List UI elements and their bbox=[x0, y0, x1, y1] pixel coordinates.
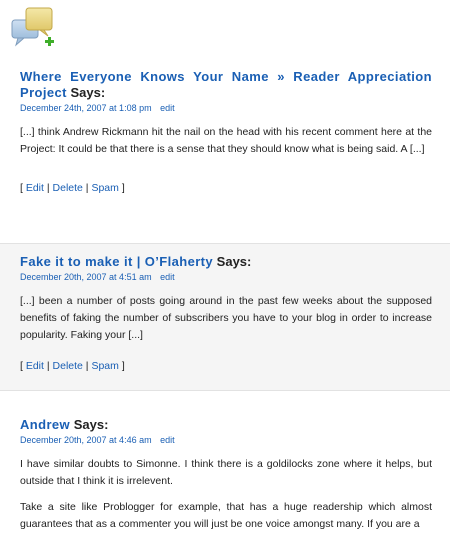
comment-edit-link[interactable]: edit bbox=[160, 272, 175, 282]
separator: | bbox=[85, 182, 89, 194]
add-comment-icon bbox=[11, 7, 54, 47]
comment-actions: [ Edit | Delete | Spam ] bbox=[20, 181, 432, 195]
delete-action-link[interactable]: Delete bbox=[53, 182, 83, 194]
comment-paragraph: [...] been a number of posts going aroun… bbox=[20, 295, 432, 341]
bracket-close: ] bbox=[121, 182, 125, 194]
separator: | bbox=[85, 360, 89, 372]
comment-paragraph: [...] think Andrew Rickmann hit the nail… bbox=[20, 126, 432, 155]
edit-action-link[interactable]: Edit bbox=[26, 182, 44, 194]
delete-action-link[interactable]: Delete bbox=[53, 360, 83, 372]
comment-author-line: Fake it to make it | O’Flaherty Says: bbox=[20, 254, 432, 270]
comment-date-link[interactable]: December 20th, 2007 at 4:46 am bbox=[20, 435, 152, 445]
comment-item: Fake it to make it | O’Flaherty Says: De… bbox=[0, 243, 450, 391]
comment-date-link[interactable]: December 20th, 2007 at 4:51 am bbox=[20, 272, 152, 282]
spam-action-link[interactable]: Spam bbox=[91, 182, 118, 194]
comment-body: [...] think Andrew Rickmann hit the nail… bbox=[20, 124, 432, 158]
comment-item: Andrew Says: December 20th, 2007 at 4:46… bbox=[0, 417, 450, 533]
comments-page: Where Everyone Knows Your Name » Reader … bbox=[0, 0, 450, 533]
comment-actions: [ Edit | Delete | Spam ] bbox=[20, 359, 432, 373]
says-label: Says: bbox=[70, 85, 106, 100]
bracket-open: [ bbox=[20, 182, 23, 194]
comment-edit-link[interactable]: edit bbox=[160, 435, 175, 445]
comment-meta: December 24th, 2007 at 1:08 pm edit bbox=[20, 102, 432, 114]
comment-meta: December 20th, 2007 at 4:46 am edit bbox=[20, 434, 432, 446]
comment-edit-link[interactable]: edit bbox=[160, 103, 175, 113]
comment-paragraph: Take a site like Problogger for example,… bbox=[20, 501, 432, 530]
bracket-close: ] bbox=[121, 360, 125, 372]
says-label: Says: bbox=[73, 417, 109, 432]
comment-body: [...] been a number of posts going aroun… bbox=[20, 293, 432, 344]
edit-action-link[interactable]: Edit bbox=[26, 360, 44, 372]
comment-author-link[interactable]: Fake it to make it | O’Flaherty bbox=[20, 254, 213, 269]
comment-item: Where Everyone Knows Your Name » Reader … bbox=[0, 69, 450, 195]
says-label: Says: bbox=[216, 254, 252, 269]
spam-action-link[interactable]: Spam bbox=[91, 360, 118, 372]
comment-meta: December 20th, 2007 at 4:51 am edit bbox=[20, 271, 432, 283]
comment-author-link[interactable]: Andrew bbox=[20, 417, 70, 432]
bracket-open: [ bbox=[20, 360, 23, 372]
comment-author-line: Andrew Says: bbox=[20, 417, 432, 433]
separator: | bbox=[46, 182, 50, 194]
comment-paragraph: I have similar doubts to Simonne. I thin… bbox=[20, 458, 432, 487]
separator: | bbox=[46, 360, 50, 372]
comment-author-line: Where Everyone Knows Your Name » Reader … bbox=[20, 69, 432, 101]
comment-date-link[interactable]: December 24th, 2007 at 1:08 pm bbox=[20, 103, 152, 113]
comment-body: I have similar doubts to Simonne. I thin… bbox=[20, 456, 432, 533]
